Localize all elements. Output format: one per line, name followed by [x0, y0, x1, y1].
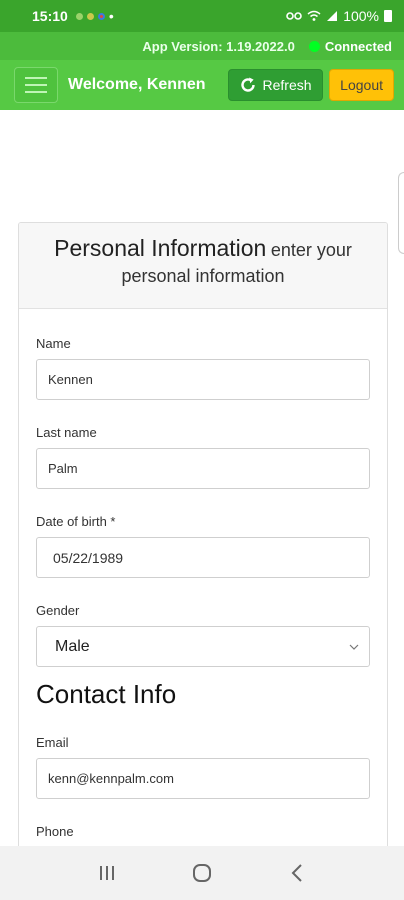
logout-button[interactable]: Logout	[329, 69, 394, 101]
last-name-label: Last name	[36, 425, 97, 440]
status-bar: 15:10 • 100%	[0, 0, 404, 32]
dob-value: 05/22/1989	[53, 549, 124, 566]
dob-input[interactable]: 05/22/1989	[36, 537, 370, 578]
scroll-edge-handle[interactable]	[398, 172, 404, 254]
notification-icons: •	[75, 8, 114, 24]
top-navbar: Welcome, Kennen Refresh Logout	[0, 60, 404, 110]
gender-label: Gender	[36, 603, 80, 618]
more-notifications-dot: •	[108, 8, 114, 24]
chrome-icon	[97, 12, 105, 20]
contact-info-heading: Contact Info	[36, 679, 177, 709]
name-input[interactable]: Kennen	[36, 359, 370, 400]
connection-status-icon	[308, 40, 320, 52]
card-subtitle-line1: enter your	[270, 240, 352, 260]
recents-icon[interactable]	[92, 861, 122, 885]
phone-label: Phone	[36, 824, 74, 839]
wifi-icon	[307, 10, 321, 21]
last-name-input[interactable]: Palm	[36, 448, 370, 489]
name-value: Kennen	[48, 372, 93, 387]
email-label: Email	[36, 735, 69, 750]
dob-label: Date of birth *	[36, 514, 116, 529]
status-indicators: 100%	[286, 8, 392, 24]
version-bar: App Version: 1.19.2022.0 Connected	[0, 32, 404, 60]
app-version: App Version: 1.19.2022.0	[142, 38, 295, 54]
form-body: Name Kennen Last name Palm Date of birth…	[19, 336, 387, 861]
hamburger-menu-icon[interactable]	[14, 67, 58, 103]
logout-label: Logout	[340, 77, 383, 93]
last-name-value: Palm	[48, 461, 78, 476]
personal-info-card: Personal Information enter your personal…	[18, 222, 388, 862]
welcome-text: Welcome, Kennen	[68, 76, 206, 93]
name-label: Name	[36, 336, 71, 351]
signal-icon	[327, 11, 338, 21]
notification-icon	[86, 12, 94, 20]
battery-icon	[384, 10, 392, 22]
gender-value: Male	[55, 637, 90, 655]
refresh-icon	[240, 77, 255, 92]
back-icon[interactable]	[282, 861, 312, 885]
status-time: 15:10	[32, 8, 68, 24]
card-header: Personal Information enter your personal…	[19, 223, 387, 309]
refresh-button[interactable]: Refresh	[227, 69, 323, 101]
gender-select[interactable]: Male	[36, 626, 370, 667]
card-title: Personal Information	[54, 235, 267, 261]
card-subtitle-line2: personal information	[121, 266, 285, 287]
home-icon[interactable]	[187, 861, 217, 885]
link-icon	[286, 12, 302, 20]
email-input[interactable]: kenn@kennpalm.com	[36, 758, 370, 799]
connection-status: Connected	[324, 38, 392, 54]
system-nav-bar	[0, 846, 404, 900]
email-value: kenn@kennpalm.com	[48, 771, 174, 786]
notification-icon	[75, 12, 83, 20]
battery-percent: 100%	[343, 8, 379, 24]
chevron-down-icon	[349, 644, 359, 650]
refresh-label: Refresh	[262, 77, 312, 93]
